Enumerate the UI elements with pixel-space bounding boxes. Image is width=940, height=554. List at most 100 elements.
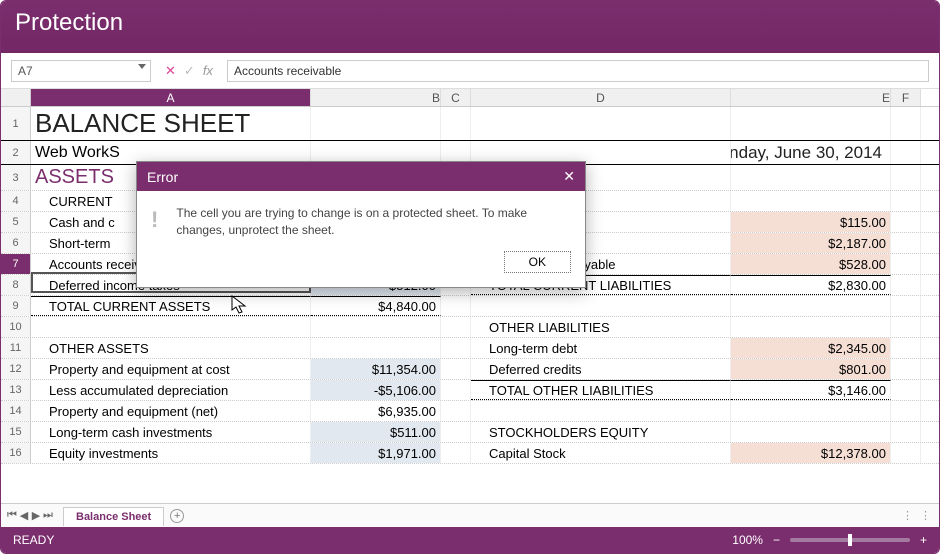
row-header[interactable]: 15 [1, 422, 31, 442]
cell[interactable]: $801.00 [731, 359, 891, 379]
cell[interactable]: OTHER LIABILITIES [471, 317, 731, 337]
zoom-in-button[interactable]: + [920, 533, 927, 547]
tab-splitter[interactable]: ⋮ ⋮ [902, 509, 933, 522]
col-header-B[interactable]: B [311, 89, 441, 106]
row-header[interactable]: 10 [1, 317, 31, 337]
cell[interactable]: Property and equipment at cost [31, 359, 311, 379]
cell[interactable] [891, 317, 921, 337]
cancel-icon[interactable]: ✕ [165, 63, 176, 79]
cell[interactable] [891, 443, 921, 463]
cell[interactable] [441, 359, 471, 379]
row-header[interactable]: 9 [1, 296, 31, 316]
cell[interactable] [891, 165, 921, 190]
cell[interactable]: $12,378.00 [731, 443, 891, 463]
cell[interactable] [441, 422, 471, 442]
cell[interactable] [891, 401, 921, 421]
cell[interactable]: $511.00 [311, 422, 441, 442]
cell[interactable]: Property and equipment (net) [31, 401, 311, 421]
cell[interactable]: Long-term debt [471, 338, 731, 358]
row-header[interactable]: 1 [1, 107, 31, 140]
cell[interactable] [441, 443, 471, 463]
first-sheet-icon[interactable]: ⏮ [7, 509, 17, 522]
cell[interactable] [891, 254, 921, 274]
cell[interactable] [731, 191, 891, 211]
cell[interactable] [891, 275, 921, 295]
fx-icon[interactable]: fx [203, 63, 213, 78]
row-header[interactable]: 7 [1, 254, 31, 274]
cell[interactable]: $11,354.00 [311, 359, 441, 379]
zoom-out-button[interactable]: − [773, 533, 780, 547]
cell[interactable] [731, 165, 891, 190]
close-icon[interactable]: ✕ [563, 168, 575, 185]
cell[interactable] [891, 359, 921, 379]
row-header[interactable]: 12 [1, 359, 31, 379]
cell[interactable]: OTHER ASSETS [31, 338, 311, 358]
col-header-E[interactable]: E [731, 89, 891, 106]
col-header-C[interactable]: C [441, 89, 471, 106]
cell[interactable] [891, 212, 921, 232]
cell[interactable]: $2,830.00 [731, 275, 891, 295]
chevron-down-icon[interactable] [138, 64, 146, 69]
zoom-slider[interactable] [790, 538, 910, 542]
row-header[interactable]: 3 [1, 165, 31, 190]
add-sheet-button[interactable]: + [170, 509, 184, 523]
cell[interactable] [311, 338, 441, 358]
col-header-F[interactable]: F [891, 89, 921, 106]
cell[interactable]: $115.00 [731, 212, 891, 232]
cell[interactable]: $6,935.00 [311, 401, 441, 421]
sheet-tab[interactable]: Balance Sheet [63, 507, 164, 526]
cell[interactable]: Deferred credits [471, 359, 731, 379]
cell[interactable] [731, 107, 891, 140]
row-header[interactable]: 6 [1, 233, 31, 253]
cell[interactable] [441, 401, 471, 421]
cell[interactable]: $4,840.00 [311, 296, 441, 316]
ok-button[interactable]: OK [504, 251, 571, 273]
cell[interactable] [731, 401, 891, 421]
row-header[interactable]: 11 [1, 338, 31, 358]
cell[interactable] [31, 317, 311, 337]
name-box[interactable]: A7 [11, 60, 151, 82]
col-header-A[interactable]: A [31, 89, 311, 106]
cell[interactable] [891, 380, 921, 400]
row-header[interactable]: 8 [1, 275, 31, 295]
cell[interactable]: Capital Stock [471, 443, 731, 463]
cell[interactable] [891, 338, 921, 358]
cell[interactable]: $1,971.00 [311, 443, 441, 463]
row-header[interactable]: 4 [1, 191, 31, 211]
cell[interactable] [311, 317, 441, 337]
cell[interactable]: STOCKHOLDERS EQUITY [471, 422, 731, 442]
cell[interactable] [731, 422, 891, 442]
cell[interactable] [891, 296, 921, 316]
next-sheet-icon[interactable]: ▶ [31, 509, 41, 522]
row-header[interactable]: 14 [1, 401, 31, 421]
cell[interactable]: $528.00 [731, 254, 891, 274]
row-header[interactable]: 13 [1, 380, 31, 400]
cell[interactable] [891, 422, 921, 442]
zoom-thumb[interactable] [848, 534, 852, 546]
cell[interactable]: TOTAL OTHER LIABILITIES [471, 380, 731, 400]
row-header[interactable]: 5 [1, 212, 31, 232]
cell[interactable] [441, 338, 471, 358]
prev-sheet-icon[interactable]: ◀ [19, 509, 29, 522]
cell[interactable] [891, 141, 921, 164]
cell[interactable] [311, 107, 441, 140]
accept-icon[interactable]: ✓ [184, 63, 195, 79]
cell[interactable] [471, 401, 731, 421]
cell[interactable] [471, 296, 731, 316]
cell[interactable]: $2,187.00 [731, 233, 891, 253]
cell[interactable]: -$5,106.00 [311, 380, 441, 400]
col-header-D[interactable]: D [471, 89, 731, 106]
cell[interactable]: $3,146.00 [731, 380, 891, 400]
cell[interactable] [441, 317, 471, 337]
row-header[interactable]: 16 [1, 443, 31, 463]
cell[interactable]: Monday, June 30, 2014 [731, 141, 891, 164]
formula-input[interactable]: Accounts receivable [227, 60, 929, 82]
cell[interactable]: $2,345.00 [731, 338, 891, 358]
select-all-corner[interactable] [1, 89, 31, 106]
cell[interactable]: Less accumulated depreciation [31, 380, 311, 400]
cell[interactable]: BALANCE SHEET [31, 107, 311, 140]
cell[interactable] [891, 107, 921, 140]
cell[interactable]: Equity investments [31, 443, 311, 463]
zoom-label[interactable]: 100% [732, 533, 763, 547]
cell[interactable] [441, 107, 471, 140]
